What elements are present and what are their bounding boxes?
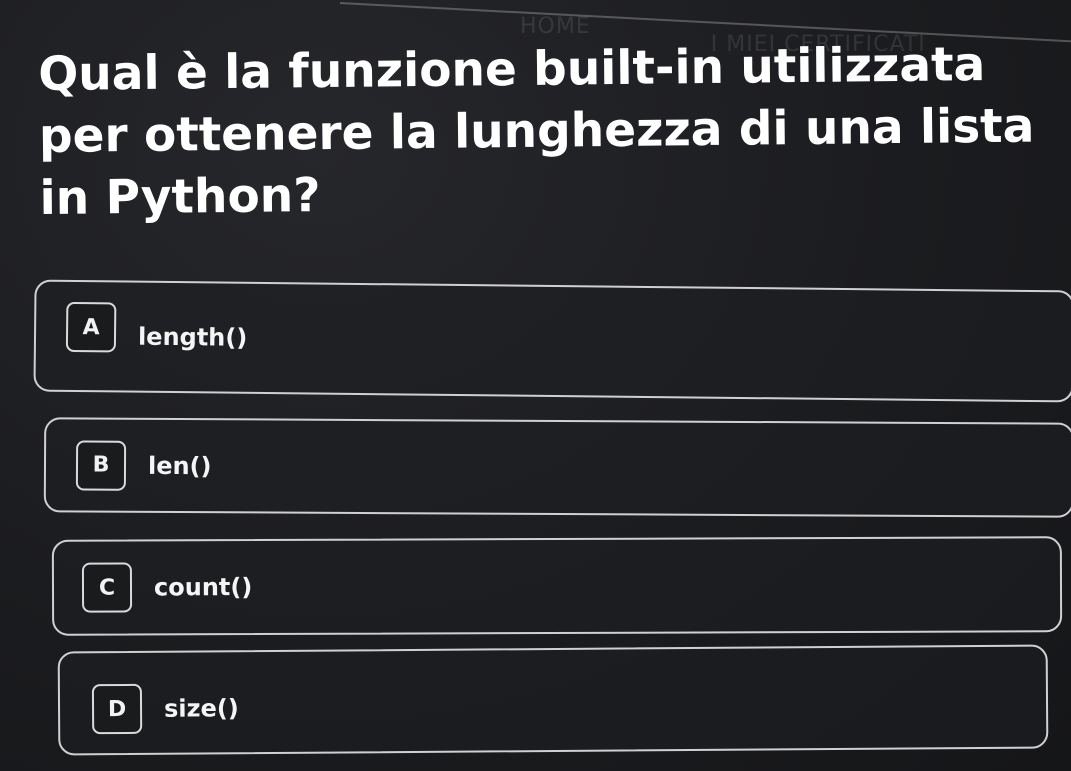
answer-option-c[interactable]: C count() <box>51 536 1063 636</box>
option-letter-d: D <box>91 683 143 735</box>
option-letter-a: A <box>65 301 117 353</box>
option-letter-b: B <box>75 439 127 491</box>
answer-option-a[interactable]: A length() <box>33 279 1071 403</box>
answer-option-b[interactable]: B len() <box>43 417 1071 518</box>
option-label-b: len() <box>147 451 212 480</box>
option-letter-c: C <box>81 562 133 613</box>
answer-option-d[interactable]: D size() <box>57 644 1049 756</box>
option-label-d: size() <box>163 694 239 723</box>
option-label-c: count() <box>153 573 253 602</box>
answer-options: A length() B len() C count() D size() <box>0 0 1071 771</box>
option-label-a: length() <box>137 322 248 352</box>
